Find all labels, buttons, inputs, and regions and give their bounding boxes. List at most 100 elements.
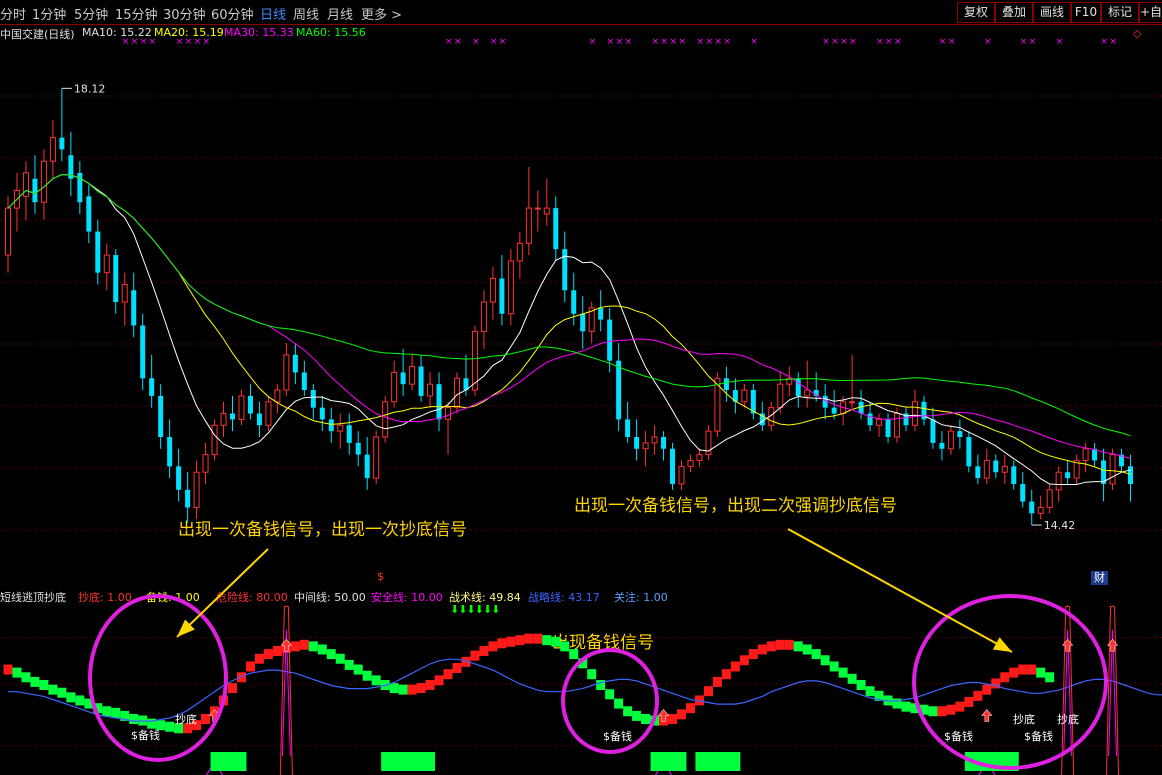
- tab-15min[interactable]: 15分钟: [115, 4, 158, 23]
- add-favorite-button[interactable]: +自选: [1139, 2, 1162, 23]
- indicator-block: [757, 644, 767, 655]
- candle-body: [714, 377, 721, 432]
- candle-body: [831, 407, 837, 414]
- beiqian-label-1: $备钱: [131, 729, 160, 742]
- tab-30min[interactable]: 30分钟: [163, 4, 206, 23]
- indicator-block: [362, 670, 372, 681]
- overlay-button[interactable]: 叠加: [995, 2, 1033, 23]
- mark-button[interactable]: 标记: [1101, 2, 1139, 23]
- marker-glyph: ×: [607, 37, 615, 47]
- indicator-block: [12, 667, 22, 678]
- candle-body: [1109, 454, 1116, 485]
- marker-glyph: ×: [490, 37, 498, 47]
- indicator-block: [344, 659, 354, 670]
- indicator-block: [263, 649, 273, 660]
- indicator-block: [856, 680, 866, 690]
- candle-body: [480, 301, 487, 332]
- candle-body: [911, 401, 918, 426]
- indicator-block: [48, 684, 58, 695]
- marker-glyph: ×: [454, 37, 462, 47]
- marker-glyph: ×: [750, 37, 758, 47]
- candle-body: [867, 413, 873, 426]
- candles: [5, 88, 1133, 526]
- candle-body: [77, 172, 83, 203]
- candle-body: [571, 290, 577, 314]
- candle-body: [337, 424, 344, 432]
- candle-body: [705, 430, 712, 456]
- marker-glyph: ×: [876, 37, 884, 47]
- candle-body: [670, 448, 676, 484]
- bottom-bar: [650, 752, 687, 771]
- ma10-line: [7, 173, 1131, 485]
- f10-button[interactable]: F10: [1071, 2, 1101, 23]
- candle-body: [858, 401, 864, 414]
- tab-fenshi[interactable]: 分时: [0, 4, 26, 23]
- draw-line-button[interactable]: 画线: [1033, 2, 1071, 23]
- candle-body: [768, 407, 775, 426]
- candle-body: [894, 413, 901, 438]
- candle-body: [185, 489, 191, 508]
- candle-body: [32, 178, 38, 203]
- candle-body: [202, 454, 209, 473]
- candle-body: [463, 378, 469, 391]
- candle-body: [158, 395, 164, 437]
- indicator-block: [524, 633, 534, 644]
- ma10-legend: MA10: 15.22: [82, 26, 152, 39]
- tab-1min[interactable]: 1分钟: [32, 4, 66, 23]
- diamond-icon[interactable]: ◇: [1133, 27, 1141, 40]
- indicator-block: [111, 707, 121, 718]
- candle-body: [121, 283, 128, 303]
- finance-badge[interactable]: 财: [1091, 571, 1108, 585]
- candle-body: [1037, 506, 1044, 514]
- tab-monthly[interactable]: 月线: [327, 4, 353, 23]
- tab-60min[interactable]: 60分钟: [211, 4, 254, 23]
- indicator-block: [901, 701, 911, 712]
- candle-body: [355, 442, 361, 455]
- indicator-chart: [0, 594, 1162, 775]
- period-toolbar: 分时 1分钟 5分钟 15分钟 30分钟 60分钟 日线 周线 月线 更多 > …: [0, 0, 1162, 25]
- candle-body: [903, 413, 909, 426]
- candle-body: [661, 437, 667, 449]
- candle-body: [625, 419, 631, 437]
- indicator-block: [1009, 667, 1019, 678]
- bottom-bar: [210, 752, 247, 771]
- candle-body: [454, 377, 460, 409]
- restore-rights-button[interactable]: 复权: [957, 2, 995, 23]
- candle-body: [59, 137, 65, 150]
- candle-body: [1101, 460, 1107, 484]
- marker-glyph: ×: [652, 37, 660, 47]
- marker-glyph: ×: [849, 37, 857, 47]
- candle-body: [588, 307, 595, 332]
- candle-body: [876, 418, 883, 426]
- tab-more[interactable]: 更多 >: [361, 4, 402, 23]
- marker-glyph: ×: [705, 37, 713, 47]
- indicator-block: [946, 704, 956, 715]
- candle-body: [283, 354, 290, 391]
- marker-glyph: ×: [714, 37, 722, 47]
- indicator-block: [245, 661, 255, 672]
- candle-body: [678, 465, 685, 485]
- candle-body: [939, 442, 945, 449]
- candle-body: [516, 242, 523, 262]
- indicator-block: [299, 639, 309, 650]
- indicator-block: [829, 661, 839, 672]
- indicator-block: [811, 649, 821, 660]
- candle-body: [777, 383, 784, 409]
- candle-body: [607, 319, 613, 361]
- tab-5min[interactable]: 5分钟: [74, 4, 108, 23]
- candle-body: [382, 401, 389, 438]
- candle-body: [975, 466, 981, 479]
- beiqian-label-2: $备钱: [603, 730, 632, 743]
- indicator-block: [569, 649, 579, 660]
- tab-daily[interactable]: 日线: [260, 4, 286, 23]
- indicator-block: [201, 714, 211, 724]
- marker-glyph: ×: [894, 37, 902, 47]
- stock-title: 中国交建(日线): [0, 28, 75, 41]
- beiqian-label-3: $备钱: [944, 730, 973, 743]
- marker-glyph: ×: [445, 37, 453, 47]
- candle-body: [885, 419, 891, 437]
- indicator-block: [254, 653, 264, 664]
- candle-body: [813, 390, 819, 396]
- indicator-block: [1027, 664, 1037, 675]
- tab-weekly[interactable]: 周线: [293, 4, 319, 23]
